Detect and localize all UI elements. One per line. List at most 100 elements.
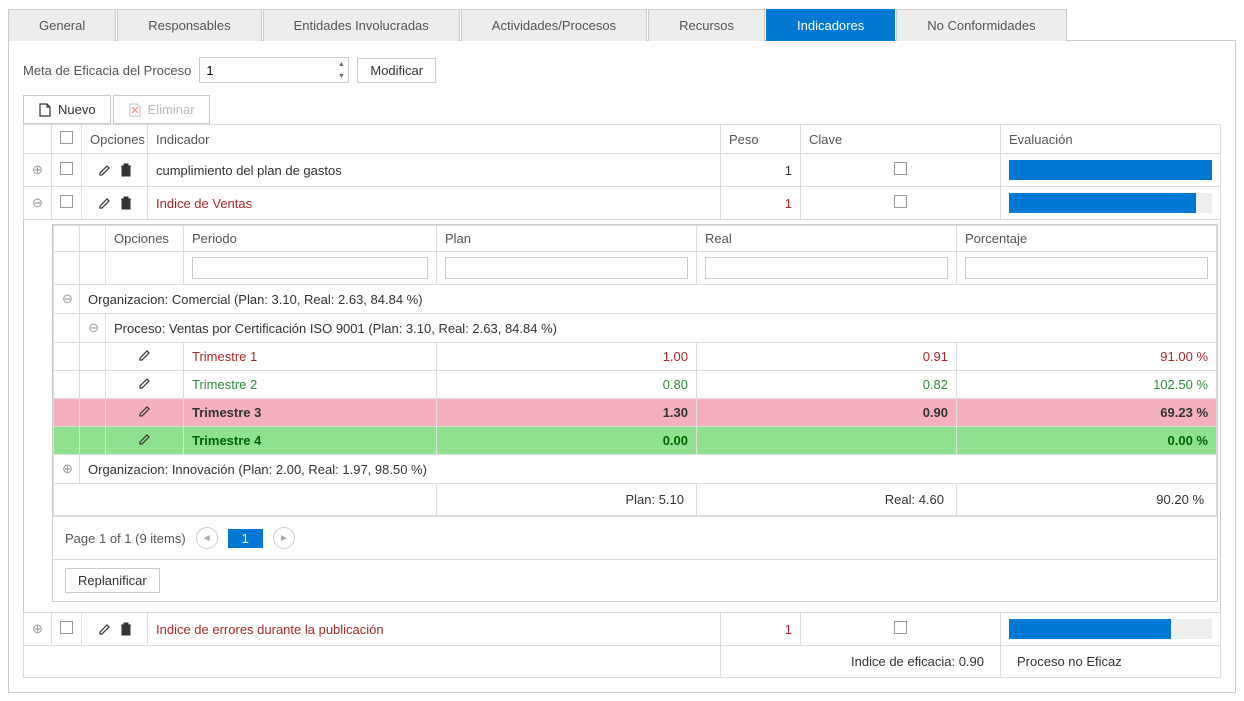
- filter-real[interactable]: [705, 257, 948, 279]
- clave-checkbox[interactable]: [894, 162, 907, 175]
- clave-checkbox[interactable]: [894, 195, 907, 208]
- row-checkbox[interactable]: [60, 162, 73, 175]
- trimestre-row: Trimestre 4 0.00 0.00 %: [54, 427, 1217, 455]
- total-pct: 90.20 %: [957, 484, 1217, 516]
- sub-col-plan[interactable]: Plan: [437, 226, 697, 252]
- spinner-up-icon[interactable]: ▲: [334, 58, 348, 70]
- cell-pct: 102.50 %: [957, 371, 1217, 399]
- tab-general[interactable]: General: [8, 9, 116, 41]
- total-real: Real: 4.60: [697, 484, 957, 516]
- row-checkbox[interactable]: [60, 621, 73, 634]
- cell-pct: 91.00 %: [957, 343, 1217, 371]
- tabs-bar: General Responsables Entidades Involucra…: [8, 8, 1236, 41]
- cell-indicador: cumplimiento del plan de gastos: [148, 154, 721, 187]
- replanificar-button[interactable]: Replanificar: [65, 568, 160, 593]
- eliminar-label: Eliminar: [148, 102, 195, 117]
- edit-icon[interactable]: [98, 622, 112, 636]
- col-indicador[interactable]: Indicador: [148, 125, 721, 154]
- expand-icon[interactable]: ⊕: [32, 621, 43, 637]
- col-evaluacion[interactable]: Evaluación: [1001, 125, 1221, 154]
- cell-periodo: Trimestre 3: [184, 399, 437, 427]
- pager: Page 1 of 1 (9 items) ◄ 1 ►: [53, 516, 1217, 559]
- spinner-down-icon[interactable]: ▼: [334, 70, 348, 82]
- total-plan: Plan: 5.10: [437, 484, 697, 516]
- cell-peso: 1: [721, 613, 801, 646]
- nuevo-button[interactable]: Nuevo: [23, 95, 111, 124]
- sub-col-periodo[interactable]: Periodo: [184, 226, 437, 252]
- sub-col-opciones: Opciones: [106, 226, 184, 252]
- expand-icon[interactable]: ⊕: [32, 162, 43, 178]
- edit-icon[interactable]: [138, 348, 152, 362]
- clave-checkbox[interactable]: [894, 621, 907, 634]
- delete-icon[interactable]: [120, 622, 132, 636]
- pager-text: Page 1 of 1 (9 items): [65, 531, 186, 546]
- indice-eficacia: Indice de eficacia: 0.90: [721, 646, 1001, 678]
- collapse-icon[interactable]: ⊖: [88, 320, 97, 336]
- table-row: ⊕ cumplimiento del plan de gastos 1: [24, 154, 1221, 187]
- cell-plan: 0.00: [437, 427, 697, 455]
- cell-periodo: Trimestre 1: [184, 343, 437, 371]
- delete-doc-icon: [128, 103, 142, 117]
- pager-prev-icon[interactable]: ◄: [196, 527, 218, 549]
- meta-input[interactable]: [199, 57, 349, 83]
- col-clave[interactable]: Clave: [801, 125, 1001, 154]
- cell-plan: 1.30: [437, 399, 697, 427]
- filter-periodo[interactable]: [192, 257, 428, 279]
- cell-indicador: Indice de errores durante la publicación: [148, 613, 721, 646]
- delete-icon[interactable]: [120, 163, 132, 177]
- tab-responsables[interactable]: Responsables: [117, 9, 261, 41]
- cell-plan: 1.00: [437, 343, 697, 371]
- collapse-icon[interactable]: ⊖: [62, 291, 71, 307]
- expand-icon[interactable]: ⊕: [62, 461, 71, 477]
- modify-button[interactable]: Modificar: [357, 58, 436, 83]
- collapse-icon[interactable]: ⊖: [32, 195, 43, 211]
- main-grid: Opciones Indicador Peso Clave Evaluación…: [23, 124, 1221, 678]
- cell-pct: 69.23 %: [957, 399, 1217, 427]
- col-peso[interactable]: Peso: [721, 125, 801, 154]
- trimestre-row: Trimestre 3 1.30 0.90 69.23 %: [54, 399, 1217, 427]
- tab-entidades[interactable]: Entidades Involucradas: [263, 9, 460, 41]
- cell-pct: 0.00 %: [957, 427, 1217, 455]
- meta-label: Meta de Eficacia del Proceso: [23, 63, 191, 78]
- edit-icon[interactable]: [138, 404, 152, 418]
- edit-icon[interactable]: [138, 432, 152, 446]
- sub-col-porcentaje[interactable]: Porcentaje: [957, 226, 1217, 252]
- tab-indicadores[interactable]: Indicadores: [766, 9, 895, 41]
- nuevo-label: Nuevo: [58, 102, 96, 117]
- progress-bar: [1009, 193, 1212, 213]
- pager-next-icon[interactable]: ►: [273, 527, 295, 549]
- tab-recursos[interactable]: Recursos: [648, 9, 765, 41]
- header-checkbox[interactable]: [60, 131, 73, 144]
- table-row: ⊖ Indice de Ventas 1: [24, 187, 1221, 220]
- sub-grid: Opciones Periodo Plan Real Porcentaje: [53, 225, 1217, 516]
- progress-bar: [1009, 160, 1212, 180]
- org-group-label: Organizacion: Innovación (Plan: 2.00, Re…: [80, 455, 1217, 484]
- col-opciones: Opciones: [82, 125, 148, 154]
- cell-plan: 0.80: [437, 371, 697, 399]
- edit-icon[interactable]: [98, 163, 112, 177]
- pager-page-1[interactable]: 1: [228, 529, 263, 548]
- edit-icon[interactable]: [138, 376, 152, 390]
- proceso-estado: Proceso no Eficaz: [1001, 646, 1221, 678]
- eliminar-button: Eliminar: [113, 95, 210, 124]
- delete-icon[interactable]: [120, 196, 132, 210]
- meta-spinner[interactable]: ▲ ▼: [199, 57, 349, 83]
- filter-pct[interactable]: [965, 257, 1208, 279]
- cell-periodo: Trimestre 4: [184, 427, 437, 455]
- row-checkbox[interactable]: [60, 195, 73, 208]
- sub-col-real[interactable]: Real: [697, 226, 957, 252]
- edit-icon[interactable]: [98, 196, 112, 210]
- cell-peso: 1: [721, 154, 801, 187]
- table-row: ⊕ Indice de errores durante la publicaci…: [24, 613, 1221, 646]
- cell-peso: 1: [721, 187, 801, 220]
- proceso-group-label: Proceso: Ventas por Certificación ISO 90…: [106, 314, 1217, 343]
- tab-actividades[interactable]: Actividades/Procesos: [461, 9, 647, 41]
- cell-periodo: Trimestre 2: [184, 371, 437, 399]
- cell-real: 0.90: [697, 399, 957, 427]
- tab-content: Meta de Eficacia del Proceso ▲ ▼ Modific…: [8, 41, 1236, 693]
- filter-plan[interactable]: [445, 257, 688, 279]
- cell-indicador: Indice de Ventas: [148, 187, 721, 220]
- new-doc-icon: [38, 103, 52, 117]
- cell-real: 0.82: [697, 371, 957, 399]
- tab-no-conformidades[interactable]: No Conformidades: [896, 9, 1066, 41]
